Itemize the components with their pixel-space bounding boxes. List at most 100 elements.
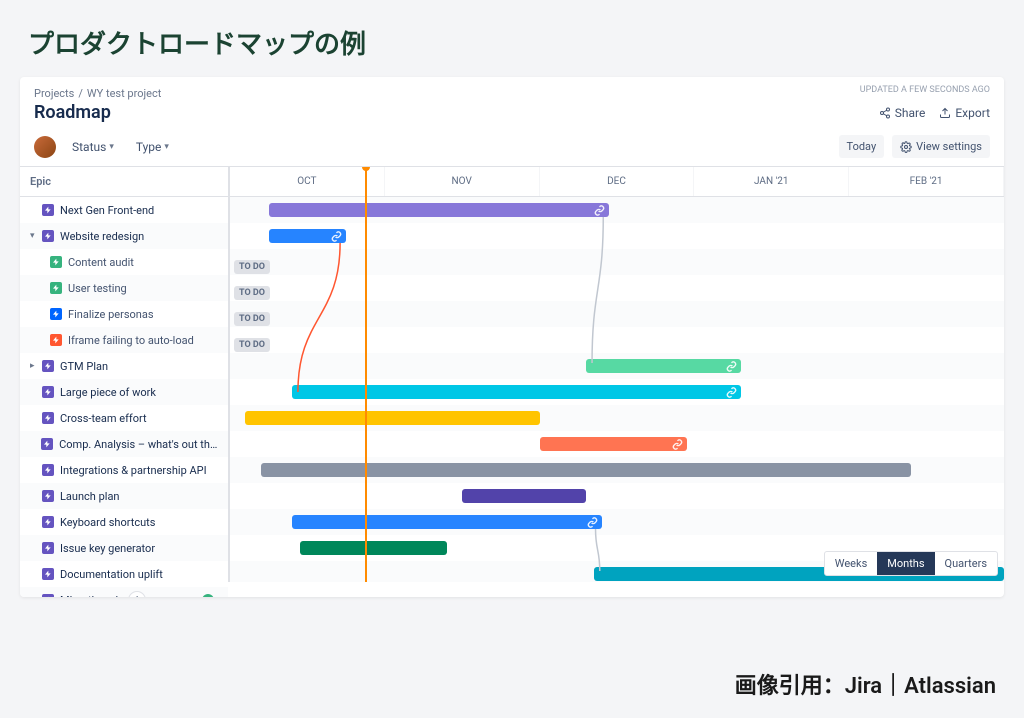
filter-type[interactable]: Type ▾ <box>130 136 175 158</box>
epic-row[interactable]: ▸ GTM Plan <box>20 353 228 379</box>
done-check-icon: ✓ <box>202 594 214 597</box>
breadcrumb-project[interactable]: WY test project <box>87 87 161 100</box>
timeline-row: TO DO <box>230 327 1004 353</box>
export-button[interactable]: Export <box>939 106 990 120</box>
timeline-bar[interactable] <box>462 489 586 503</box>
epic-child-row[interactable]: Content audit <box>20 249 228 275</box>
epic-type-icon <box>42 542 54 554</box>
status-badge: TO DO <box>234 286 270 300</box>
updated-timestamp: UPDATED A FEW SECONDS AGO <box>860 85 990 95</box>
epic-type-icon <box>42 516 54 528</box>
timeline-bar[interactable] <box>269 229 346 243</box>
view-settings-button[interactable]: View settings <box>892 135 990 158</box>
epic-type-icon <box>50 256 62 268</box>
filter-status[interactable]: Status ▾ <box>66 136 120 158</box>
roadmap-app: UPDATED A FEW SECONDS AGO Projects / WY … <box>20 77 1004 597</box>
epic-type-icon <box>42 490 54 502</box>
epic-row[interactable]: Cross-team effort <box>20 405 228 431</box>
epic-child-row[interactable]: Finalize personas <box>20 301 228 327</box>
zoom-tabs: Weeks Months Quarters <box>824 551 998 576</box>
epic-row[interactable]: Keyboard shortcuts <box>20 509 228 535</box>
epic-row[interactable]: ▾ Website redesign <box>20 223 228 249</box>
epic-label: Documentation uplift <box>60 568 163 581</box>
timeline-row <box>230 483 1004 509</box>
timeline-bar[interactable] <box>269 203 610 217</box>
add-button[interactable]: + <box>128 591 146 597</box>
expand-toggle[interactable]: ▾ <box>30 231 42 241</box>
epic-type-icon <box>42 204 54 216</box>
epic-label: Issue key generator <box>60 542 155 555</box>
epic-row[interactable]: Comp. Analysis – what's out there? <box>20 431 228 457</box>
export-icon <box>939 107 951 119</box>
epic-column-header: Epic <box>20 167 228 197</box>
share-button[interactable]: Share <box>879 106 926 120</box>
epic-label: GTM Plan <box>60 360 108 373</box>
epic-row[interactable]: Next Gen Front-end <box>20 197 228 223</box>
attribution: 画像引用：Jira｜Atlassian <box>735 668 996 700</box>
epic-row[interactable]: Integrations & partnership API <box>20 457 228 483</box>
breadcrumb: Projects / WY test project <box>34 87 990 100</box>
month-header: NOV <box>385 167 540 196</box>
epic-label: Integrations & partnership API <box>60 464 207 477</box>
epic-child-row[interactable]: Iframe failing to auto-load <box>20 327 228 353</box>
chevron-down-icon: ▾ <box>109 142 114 152</box>
month-header: FEB '21 <box>849 167 1004 196</box>
chevron-down-icon: ▾ <box>164 142 169 152</box>
epic-label: Large piece of work <box>60 386 156 399</box>
epic-row[interactable]: Issue key generator <box>20 535 228 561</box>
timeline-row: TO DO <box>230 249 1004 275</box>
epic-label: Launch plan <box>60 490 120 503</box>
share-icon <box>879 107 891 119</box>
page-title: プロダクトロードマップの例 <box>0 0 1024 77</box>
timeline-bar[interactable] <box>245 411 539 425</box>
timeline-bar[interactable] <box>292 385 741 399</box>
gear-icon <box>900 141 912 153</box>
epic-type-icon <box>42 464 54 476</box>
zoom-weeks[interactable]: Weeks <box>825 552 878 575</box>
epic-label: Cross-team effort <box>60 412 147 425</box>
timeline-row <box>230 431 1004 457</box>
epic-label: User testing <box>68 282 127 295</box>
epic-type-icon <box>50 282 62 294</box>
timeline-row: TO DO <box>230 301 1004 327</box>
month-header: DEC <box>540 167 695 196</box>
avatar[interactable] <box>34 136 56 158</box>
epic-label: Iframe failing to auto-load <box>68 334 194 347</box>
epic-label: Migration pla <box>60 594 124 598</box>
timeline-bar[interactable] <box>300 541 447 555</box>
timeline-row <box>230 223 1004 249</box>
epic-row[interactable]: Migration pla + ✓ <box>20 587 228 597</box>
breadcrumb-projects[interactable]: Projects <box>34 87 74 100</box>
epic-row[interactable]: Documentation uplift <box>20 561 228 587</box>
epic-row[interactable]: Launch plan <box>20 483 228 509</box>
epic-type-icon <box>42 594 54 597</box>
today-marker <box>365 167 367 582</box>
roadmap-title: Roadmap <box>34 102 111 123</box>
month-header: OCT <box>230 167 385 196</box>
epic-type-icon <box>50 308 62 320</box>
epic-label: Content audit <box>68 256 134 269</box>
epic-label: Website redesign <box>60 230 144 243</box>
epic-child-row[interactable]: User testing <box>20 275 228 301</box>
timeline-row <box>230 457 1004 483</box>
timeline-bar[interactable] <box>261 463 911 477</box>
zoom-months[interactable]: Months <box>877 552 934 575</box>
timeline-row <box>230 379 1004 405</box>
epic-type-icon <box>42 412 54 424</box>
epic-label: Next Gen Front-end <box>60 204 154 217</box>
timeline-bar[interactable] <box>586 359 741 373</box>
epic-row[interactable]: Large piece of work <box>20 379 228 405</box>
timeline-bar[interactable] <box>292 515 602 529</box>
zoom-quarters[interactable]: Quarters <box>935 552 997 575</box>
epic-label: Finalize personas <box>68 308 154 321</box>
timeline-bar[interactable] <box>540 437 687 451</box>
timeline-row: TO DO <box>230 275 1004 301</box>
expand-toggle[interactable]: ▸ <box>30 361 42 371</box>
timeline-row <box>230 353 1004 379</box>
epic-label: Comp. Analysis – what's out there? <box>59 438 218 451</box>
month-header: JAN '21 <box>694 167 849 196</box>
epic-type-icon <box>42 386 54 398</box>
epic-type-icon <box>41 438 53 450</box>
today-button[interactable]: Today <box>839 135 885 158</box>
epic-type-icon <box>42 230 54 242</box>
